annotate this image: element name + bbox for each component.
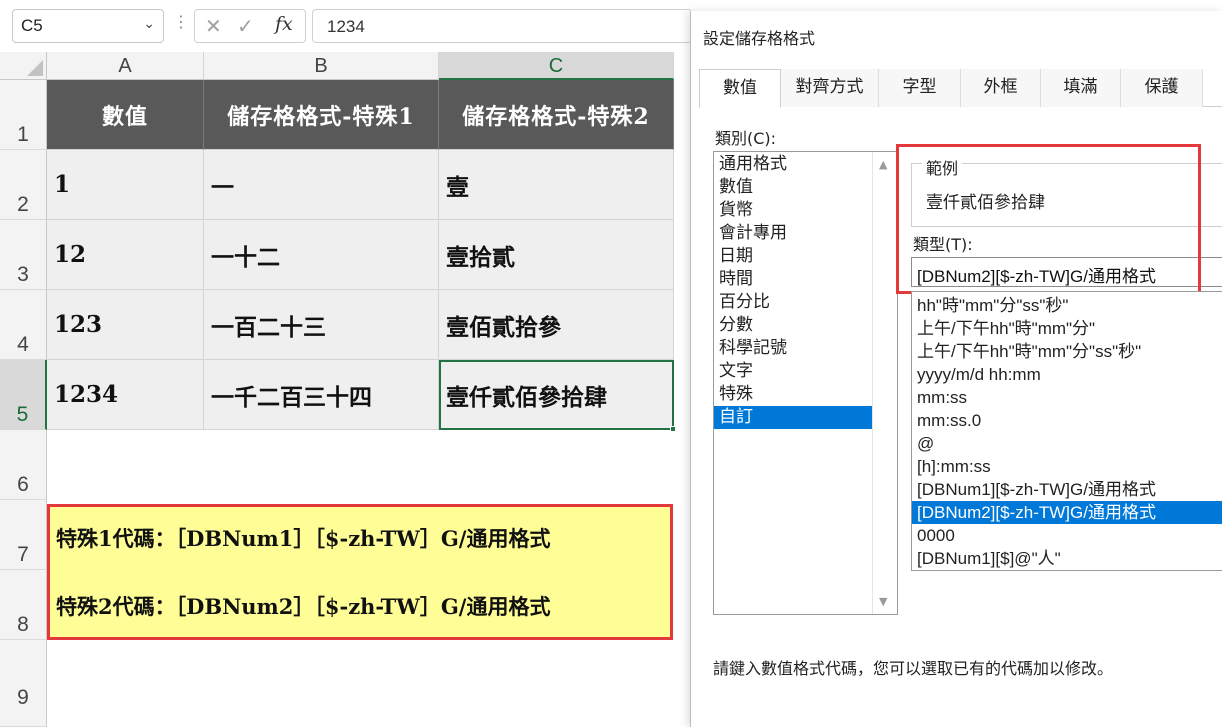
format-code-item[interactable]: [h]:mm:ss <box>912 455 1222 478</box>
tab-alignment[interactable]: 對齊方式 <box>781 69 879 107</box>
row-header-5[interactable]: 5 <box>0 360 47 430</box>
insert-function-icon[interactable]: fx <box>275 13 293 35</box>
category-scrollbar[interactable]: ▲ ▼ <box>872 152 897 614</box>
format-code-item[interactable]: [DBNum1][$]@"人" <box>912 547 1222 570</box>
cancel-icon[interactable]: ✕ <box>205 14 222 38</box>
note-special1-code: 特殊1代碼：［DBNum1］［$-zh-TW］G/通用格式 <box>56 526 551 551</box>
row-header-9[interactable]: 9 <box>0 640 47 727</box>
category-item[interactable]: 貨幣 <box>714 199 872 222</box>
category-item[interactable]: 日期 <box>714 245 872 268</box>
category-label: 類別(C): <box>715 129 777 148</box>
cell-b1[interactable]: 儲存格格式-特殊1 <box>204 80 439 150</box>
formula-input[interactable]: 1234 <box>312 9 692 43</box>
format-cells-dialog: 設定儲存格格式 數值 對齊方式 字型 外框 填滿 保護 類別(C): 通用格式 … <box>690 11 1222 727</box>
sample-type-highlight <box>896 144 1201 294</box>
format-code-item[interactable]: [DBNum1][$-zh-TW]G/通用格式 <box>912 478 1222 501</box>
category-item[interactable]: 文字 <box>714 360 872 383</box>
cell-c5-active[interactable]: 壹仟貳佰參拾肆 <box>439 360 674 430</box>
category-item[interactable]: 會計專用 <box>714 222 872 245</box>
category-item[interactable]: 百分比 <box>714 291 872 314</box>
row-header-7[interactable]: 7 <box>0 500 47 570</box>
category-item[interactable]: 時間 <box>714 268 872 291</box>
scroll-up-icon[interactable]: ▲ <box>879 158 887 171</box>
row-header-3[interactable]: 3 <box>0 220 47 290</box>
format-code-item[interactable]: 上午/下午hh"時"mm"分"ss"秒" <box>912 340 1222 363</box>
column-header-c[interactable]: C <box>439 52 674 80</box>
format-code-item[interactable]: 上午/下午hh"時"mm"分" <box>912 317 1222 340</box>
cell-b4[interactable]: 一百二十三 <box>204 290 439 360</box>
category-item[interactable]: 數值 <box>714 176 872 199</box>
format-code-list[interactable]: hh"時"mm"分"ss"秒" 上午/下午hh"時"mm"分" 上午/下午hh"… <box>911 291 1222 571</box>
tab-font[interactable]: 字型 <box>879 69 961 107</box>
cell-a3[interactable]: 12 <box>47 220 204 290</box>
category-item[interactable]: 分數 <box>714 314 872 337</box>
format-code-item[interactable]: mm:ss.0 <box>912 409 1222 432</box>
format-code-item[interactable]: @ <box>912 432 1222 455</box>
format-code-item[interactable]: yyyy/m/d hh:mm <box>912 363 1222 386</box>
select-all-corner[interactable] <box>0 52 47 80</box>
cell-a4[interactable]: 123 <box>47 290 204 360</box>
column-header-a[interactable]: A <box>47 52 204 80</box>
cell-c2[interactable]: 壹 <box>439 150 674 220</box>
cell-b5[interactable]: 一千二百三十四 <box>204 360 439 430</box>
formula-buttons: ✕ ✓ fx <box>194 9 306 43</box>
formula-value: 1234 <box>327 17 365 36</box>
name-box[interactable]: C5 ⌄ <box>12 9 164 43</box>
format-code-item[interactable]: mm:ss <box>912 386 1222 409</box>
format-code-item-selected[interactable]: [DBNum2][$-zh-TW]G/通用格式 <box>912 501 1222 524</box>
cell-a2[interactable]: 1 <box>47 150 204 220</box>
format-code-item[interactable]: 0000 <box>912 524 1222 547</box>
category-item[interactable]: 科學記號 <box>714 337 872 360</box>
row-header-4[interactable]: 4 <box>0 290 47 360</box>
tab-protection[interactable]: 保護 <box>1121 69 1203 107</box>
row-header-6[interactable]: 6 <box>0 430 47 500</box>
tab-number[interactable]: 數值 <box>699 69 781 108</box>
more-options-icon[interactable]: ⋮ <box>173 12 189 31</box>
chevron-down-icon[interactable]: ⌄ <box>143 16 155 32</box>
cell-c3[interactable]: 壹拾貳 <box>439 220 674 290</box>
dialog-tab-bar: 數值 對齊方式 字型 外框 填滿 保護 <box>699 69 1222 108</box>
format-hint-text: 請鍵入數值格式代碼，您可以選取已有的代碼加以修改。 <box>713 659 1114 678</box>
cell-a1[interactable]: 數值 <box>47 80 204 150</box>
category-item[interactable]: 特殊 <box>714 383 872 406</box>
spreadsheet-grid: A B C 1 2 3 4 5 6 7 8 9 數值 儲存格格式-特殊1 儲存格… <box>0 52 690 727</box>
category-item-selected[interactable]: 自訂 <box>714 406 872 429</box>
row-header-2[interactable]: 2 <box>0 150 47 220</box>
row-header-8[interactable]: 8 <box>0 570 47 640</box>
category-list[interactable]: 通用格式 數值 貨幣 會計專用 日期 時間 百分比 分數 科學記號 文字 特殊 … <box>713 151 898 615</box>
cell-a5[interactable]: 1234 <box>47 360 204 430</box>
category-item[interactable]: 通用格式 <box>714 153 872 176</box>
cell-c1[interactable]: 儲存格格式-特殊2 <box>439 80 674 150</box>
tab-border[interactable]: 外框 <box>961 69 1041 107</box>
cell-c4[interactable]: 壹佰貳拾參 <box>439 290 674 360</box>
tab-fill[interactable]: 填滿 <box>1041 69 1121 107</box>
code-note-box: 特殊1代碼：［DBNum1］［$-zh-TW］G/通用格式 特殊2代碼：［DBN… <box>47 504 673 640</box>
cell-b2[interactable]: 一 <box>204 150 439 220</box>
fill-handle[interactable] <box>670 426 676 432</box>
note-special2-code: 特殊2代碼：［DBNum2］［$-zh-TW］G/通用格式 <box>56 594 551 619</box>
enter-icon[interactable]: ✓ <box>237 14 254 38</box>
cell-b3[interactable]: 一十二 <box>204 220 439 290</box>
column-header-b[interactable]: B <box>204 52 439 80</box>
row-header-1[interactable]: 1 <box>0 80 47 150</box>
format-code-item[interactable]: hh"時"mm"分"ss"秒" <box>912 294 1222 317</box>
name-box-value: C5 <box>21 16 43 35</box>
scroll-down-icon[interactable]: ▼ <box>879 595 887 608</box>
dialog-title: 設定儲存格格式 <box>703 29 816 48</box>
